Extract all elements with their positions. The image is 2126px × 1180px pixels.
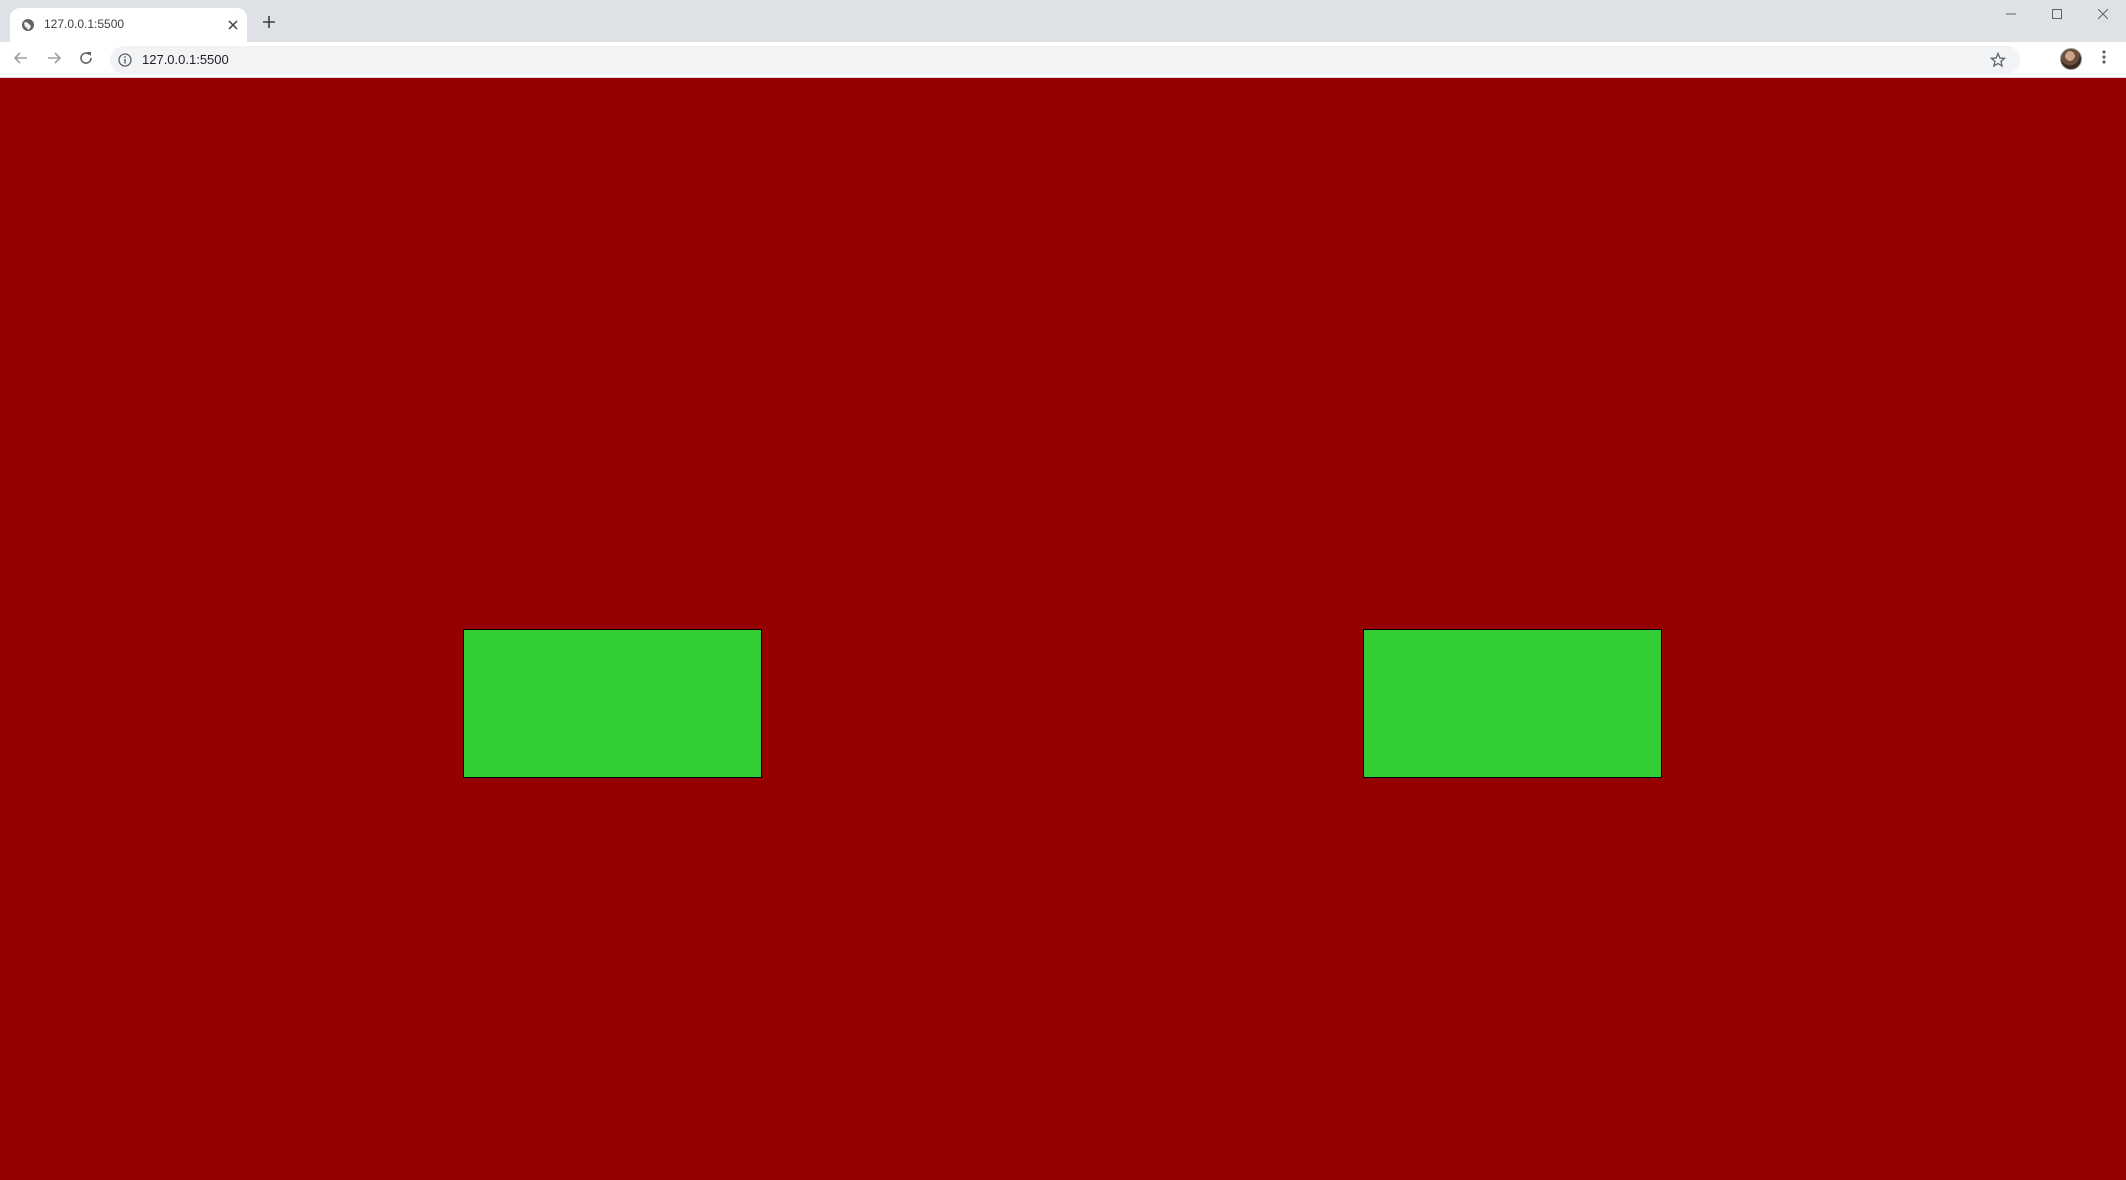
info-icon[interactable]	[118, 53, 132, 67]
back-button[interactable]	[8, 47, 34, 73]
maximize-icon	[2052, 6, 2062, 24]
minimize-icon	[2006, 6, 2016, 24]
close-icon	[2097, 6, 2109, 24]
page-viewport	[0, 78, 2126, 1180]
minimize-button[interactable]	[1988, 0, 2034, 30]
arrow-right-icon	[46, 50, 62, 71]
close-icon[interactable]	[225, 17, 241, 33]
star-icon[interactable]	[1989, 51, 2007, 68]
window-close-button[interactable]	[2080, 0, 2126, 30]
reload-icon	[78, 50, 94, 71]
browser-menu-button[interactable]	[2094, 48, 2114, 70]
plus-icon	[262, 15, 276, 34]
url-text[interactable]: 127.0.0.1:5500	[142, 52, 229, 67]
forward-button[interactable]	[41, 47, 67, 73]
reload-button[interactable]	[73, 47, 99, 73]
arrow-left-icon	[13, 50, 29, 71]
right-box	[1363, 629, 1662, 778]
left-box	[463, 629, 762, 778]
kebab-menu-icon	[2102, 49, 2106, 70]
tab-strip: 127.0.0.1:5500	[0, 0, 2126, 42]
new-tab-button[interactable]	[258, 13, 280, 35]
avatar[interactable]	[2060, 48, 2082, 70]
browser-tab[interactable]: 127.0.0.1:5500	[10, 8, 247, 42]
maximize-button[interactable]	[2034, 0, 2080, 30]
address-bar[interactable]: 127.0.0.1:5500	[110, 46, 2020, 74]
globe-icon	[21, 18, 35, 32]
browser-toolbar: 127.0.0.1:5500	[0, 42, 2126, 78]
browser-window: 127.0.0.1:5500 127.0.0.1:5500	[0, 0, 2126, 1180]
tab-title: 127.0.0.1:5500	[44, 17, 125, 31]
